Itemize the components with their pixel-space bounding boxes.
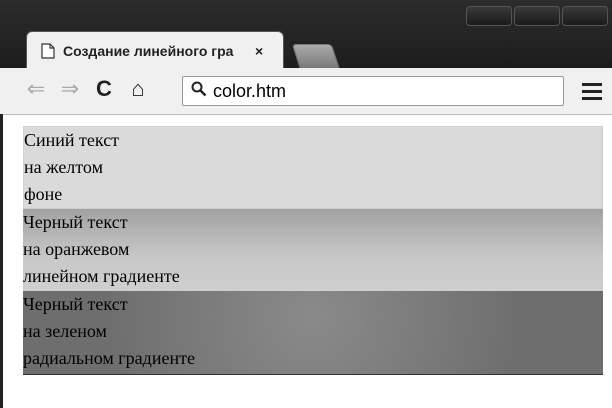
close-window-button[interactable] — [562, 6, 608, 26]
page-icon — [39, 42, 57, 60]
block-line: радиальном градиенте — [23, 348, 195, 368]
tab-title: Создание линейного гра — [63, 42, 234, 59]
address-bar[interactable] — [182, 76, 564, 106]
search-icon — [191, 81, 207, 102]
block-line: на желтом — [24, 157, 103, 177]
minimize-button[interactable] — [466, 6, 512, 26]
window-controls — [464, 6, 608, 26]
reload-icon[interactable]: C — [90, 76, 118, 102]
block-line: Черный текст — [23, 294, 128, 314]
page-content: Синий текст на желтом фоне Черный текст … — [23, 126, 603, 375]
url-input[interactable] — [213, 80, 543, 102]
block-line: фоне — [24, 184, 63, 204]
block-line: на оранжевом — [23, 239, 130, 259]
window-left-edge — [0, 114, 3, 408]
browser-tab[interactable]: Создание линейного гра × — [26, 31, 284, 69]
maximize-button[interactable] — [514, 6, 560, 26]
back-arrow-icon[interactable]: ⇐ — [22, 76, 50, 102]
new-tab-button[interactable] — [291, 44, 341, 70]
menu-icon[interactable] — [580, 79, 604, 103]
block-line: линейном градиенте — [23, 266, 180, 286]
block-line: на зеленом — [23, 321, 107, 341]
block-line: Синий текст — [24, 130, 120, 150]
browser-toolbar: ⇐ ⇒ C ⌂ — [0, 68, 612, 115]
forward-arrow-icon[interactable]: ⇒ — [56, 76, 84, 102]
linear-gradient-block: Черный текст на оранжевом линейном гради… — [23, 209, 603, 291]
home-icon[interactable]: ⌂ — [124, 76, 152, 102]
block-line: Черный текст — [23, 212, 128, 232]
browser-frame: Создание линейного гра × — [0, 0, 612, 72]
radial-gradient-block: Черный текст на зеленом радиальном гради… — [23, 291, 603, 375]
close-icon[interactable]: × — [255, 43, 263, 59]
blue-on-yellow-block: Синий текст на желтом фоне — [23, 126, 603, 209]
